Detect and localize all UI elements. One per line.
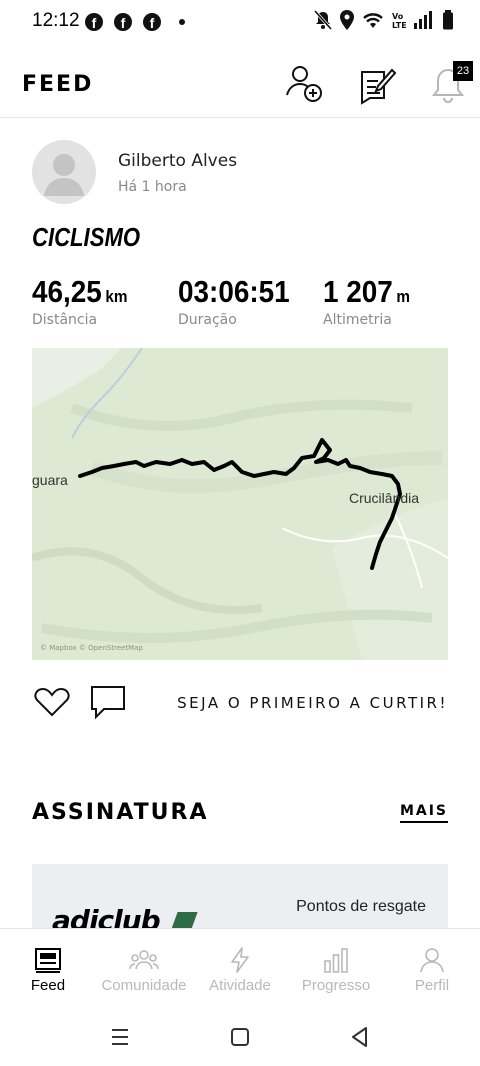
- nav-label: Progresso: [301, 977, 371, 994]
- nav-label: Atividade: [209, 977, 271, 994]
- stat-value: 1 207: [323, 274, 393, 309]
- facebook-icon: f: [143, 13, 161, 31]
- post-timestamp: Há 1 hora: [118, 179, 187, 195]
- like-prompt[interactable]: SEJA O PRIMEIRO A CURTIR!: [177, 694, 448, 712]
- heart-icon[interactable]: [34, 686, 70, 718]
- app-header: FEED: [0, 52, 480, 118]
- signal-icon: [414, 11, 432, 29]
- map-place-label: guara: [32, 472, 68, 488]
- nav-feed[interactable]: Feed: [0, 929, 96, 1005]
- section-title: ASSINATURA: [32, 800, 209, 825]
- promo-card[interactable]: adiclub Pontos de resgate: [32, 864, 448, 928]
- back-icon[interactable]: [345, 1022, 375, 1052]
- stat-label: Duração: [178, 312, 237, 328]
- svg-text:LTE: LTE: [392, 21, 406, 30]
- recent-apps-icon[interactable]: [105, 1022, 135, 1052]
- stat-duration: 03:06:51 Duração: [178, 274, 302, 328]
- system-nav: [0, 1004, 480, 1066]
- stat-value: 46,25: [32, 274, 102, 309]
- feed-icon: [35, 948, 61, 973]
- stat-unit: m: [396, 287, 411, 306]
- nav-activity[interactable]: Atividade: [192, 929, 288, 1005]
- volte-icon: VoLTE: [392, 12, 406, 30]
- user-name[interactable]: Gilberto Alves: [118, 151, 237, 171]
- adiclub-logo-mark: [170, 912, 198, 928]
- post-actions: SEJA O PRIMEIRO A CURTIR!: [32, 684, 448, 724]
- add-friend-icon[interactable]: [282, 62, 326, 106]
- bar-chart-icon: [324, 948, 348, 973]
- nav-progress[interactable]: Progresso: [288, 929, 384, 1005]
- wifi-icon: [363, 13, 383, 28]
- points-label: Pontos de resgate: [296, 898, 426, 915]
- stat-unit: km: [105, 287, 128, 306]
- home-icon[interactable]: [225, 1022, 255, 1052]
- status-bar: 12:12 f f f Vo LTE: [0, 0, 480, 44]
- stat-value: 03:06:51: [178, 274, 290, 309]
- avatar[interactable]: [32, 140, 96, 204]
- notification-dot-icon: [179, 19, 185, 25]
- nav-label: Feed: [30, 977, 66, 994]
- stat-label: Altimetria: [323, 312, 392, 328]
- map-attribution: © Mapbox © OpenStreetMap: [40, 644, 143, 652]
- adiclub-logo: adiclub: [52, 904, 161, 928]
- more-link[interactable]: MAIS: [399, 803, 448, 823]
- svg-text:Vo: Vo: [392, 12, 404, 21]
- map-place-label: Crucilândia: [349, 490, 420, 506]
- lightning-icon: [231, 947, 249, 973]
- battery-icon: [443, 10, 453, 30]
- notification-badge: 23: [453, 61, 473, 81]
- status-time: 12:12: [32, 10, 80, 31]
- stat-label: Distância: [32, 312, 98, 328]
- comment-icon[interactable]: [90, 684, 126, 720]
- community-icon: [129, 950, 159, 970]
- stat-elevation: 1 207 m Altimetria: [323, 274, 420, 328]
- nav-label: Perfil: [414, 977, 450, 994]
- route-map[interactable]: guara Crucilândia © Mapbox © OpenStreetM…: [32, 348, 448, 660]
- location-icon: [340, 10, 354, 30]
- nav-label: Comunidade: [101, 977, 187, 994]
- facebook-icon: f: [85, 13, 103, 31]
- page-title: FEED: [22, 72, 94, 97]
- edit-icon[interactable]: [356, 62, 400, 106]
- nav-profile[interactable]: Perfil: [384, 929, 480, 1005]
- default-avatar-icon: [44, 154, 84, 196]
- activity-type: CICLISMO: [32, 222, 141, 252]
- nav-community[interactable]: Comunidade: [96, 929, 192, 1005]
- bottom-nav: Feed Comunidade Atividade Progresso Perf…: [0, 928, 480, 1004]
- facebook-icon: f: [114, 13, 132, 31]
- person-icon: [420, 948, 444, 973]
- stat-distance: 46,25 km Distância: [32, 274, 138, 328]
- mute-icon: [314, 10, 332, 30]
